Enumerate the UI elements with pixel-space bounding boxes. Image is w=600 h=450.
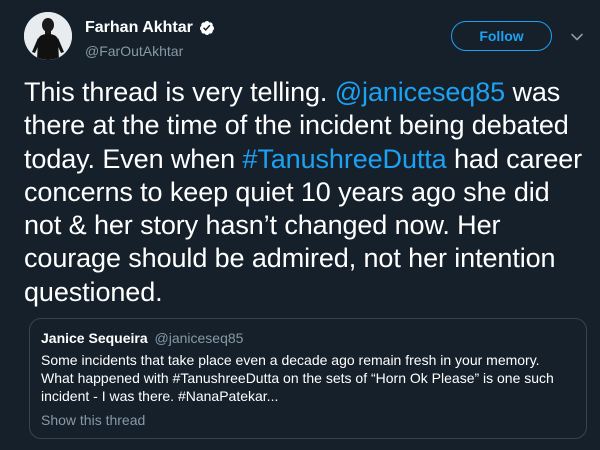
hashtag-link[interactable]: #TanushreeDutta [242, 144, 446, 174]
user-info: Farhan Akhtar @FarOutAkhtar [85, 18, 215, 60]
chevron-down-icon[interactable] [570, 30, 584, 44]
quoted-author-handle: @janiceseq85 [154, 330, 244, 346]
quoted-tweet[interactable]: Janice Sequeira @janiceseq85 Some incide… [29, 318, 587, 439]
avatar-image [24, 12, 72, 60]
tweet-text-part-1: This thread is very telling. [24, 77, 335, 107]
name-row: Farhan Akhtar [85, 18, 215, 38]
follow-button[interactable]: Follow [451, 21, 552, 51]
quoted-tweet-text: Some incidents that take place even a de… [41, 352, 554, 404]
tweet-card: Farhan Akhtar @FarOutAkhtar Follow This … [0, 0, 600, 450]
avatar[interactable] [24, 12, 72, 60]
author-handle[interactable]: @FarOutAkhtar [85, 42, 215, 60]
tweet-header: Farhan Akhtar @FarOutAkhtar Follow [24, 12, 584, 64]
author-name[interactable]: Farhan Akhtar [85, 18, 193, 38]
quoted-tweet-header: Janice Sequeira @janiceseq85 [41, 329, 575, 347]
tweet-text: This thread is very telling. @janiceseq8… [24, 76, 584, 309]
show-thread-link[interactable]: Show this thread [41, 411, 575, 429]
verified-badge-icon [199, 20, 215, 36]
mention-link[interactable]: @janiceseq85 [335, 77, 505, 107]
quoted-author-name: Janice Sequeira [41, 330, 148, 346]
